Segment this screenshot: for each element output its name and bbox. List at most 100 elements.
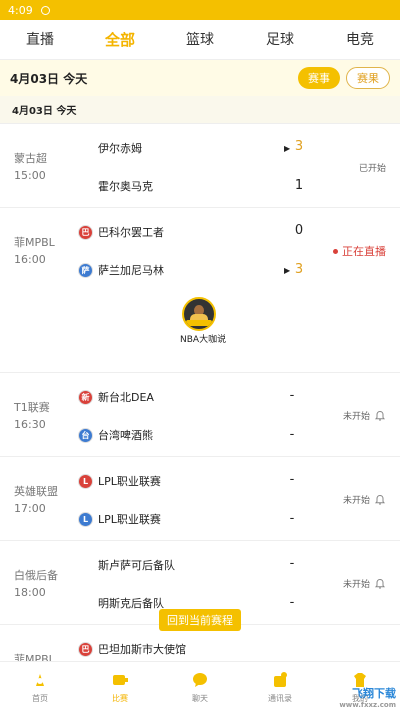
- home-team-name: 新台北DEA: [98, 391, 154, 404]
- match-row[interactable]: 蒙古超 15:00 伊尔赤姆 霍尔奥马克 ▶ 3 1 已开始: [0, 124, 400, 208]
- watermark-title: 飞翔下载: [352, 687, 396, 700]
- away-score: -: [289, 595, 295, 610]
- home-team: 伊尔赤姆: [98, 140, 142, 156]
- anchor-name[interactable]: NBA大咖说: [180, 334, 228, 347]
- tab-live[interactable]: 直播: [0, 20, 80, 59]
- league-name: T1联赛: [14, 401, 50, 414]
- match-status: 已开始: [358, 164, 386, 174]
- home-team-name: 巴坦加斯市大使馆: [98, 643, 186, 656]
- away-team-name: 台湾啤酒熊: [98, 429, 153, 442]
- away-team: 萨 萨兰加尼马林: [78, 262, 164, 278]
- home-team: L LPL职业联赛: [78, 473, 161, 489]
- events-button[interactable]: 赛事: [298, 67, 340, 89]
- nav-match-label: 比赛: [112, 693, 128, 703]
- home-team-name: LPL职业联赛: [98, 475, 161, 488]
- bottom-navigation: 首页 比赛 聊天 通讯录 我的 飞翔下载 www.fxxz.com: [0, 661, 400, 711]
- match-list[interactable]: 蒙古超 15:00 伊尔赤姆 霍尔奥马克 ▶ 3 1 已开始 菲MPBL 16:…: [0, 124, 400, 661]
- home-team-name: 斯卢萨可后备队: [98, 559, 175, 572]
- status-indicator-icon: [40, 5, 50, 15]
- home-team: 巴 巴坦加斯市大使馆: [78, 641, 186, 657]
- live-tag: [186, 320, 212, 326]
- away-team-name: 萨兰加尼马林: [98, 264, 164, 277]
- match-icon: [113, 674, 128, 685]
- team-logo-icon: 巴: [78, 224, 93, 240]
- home-team-name: 伊尔赤姆: [98, 142, 142, 155]
- match-status: 未开始: [343, 577, 386, 590]
- league-name: 菲MPBL: [14, 236, 55, 249]
- match-row[interactable]: 菲MPBL 16:00 巴 巴科尔罢工者 萨 萨兰加尼马林 0 ▶ 3 正在直播…: [0, 208, 400, 373]
- away-team: L LPL职业联赛: [78, 511, 161, 527]
- away-team-name: LPL职业联赛: [98, 513, 161, 526]
- away-score: -: [289, 511, 295, 526]
- team-logo-icon: L: [78, 511, 93, 527]
- bell-icon[interactable]: [374, 494, 386, 506]
- league-name: 白俄后备: [14, 569, 58, 582]
- watermark: 飞翔下载 www.fxxz.com: [339, 685, 396, 709]
- category-tabs: 直播 全部 篮球 足球 电竞: [0, 20, 400, 60]
- nav-home-label: 首页: [32, 693, 48, 703]
- bell-icon[interactable]: [374, 410, 386, 422]
- live-status: 正在直播: [333, 243, 386, 259]
- current-date[interactable]: 4月03日 今天: [10, 70, 292, 87]
- team-logo-icon: 萨: [78, 262, 93, 278]
- league-name: 英雄联盟: [14, 485, 58, 498]
- away-team-name: 霍尔奥马克: [98, 180, 153, 193]
- section-date: 4月03日 今天: [0, 96, 400, 124]
- league-name: 蒙古超: [14, 152, 47, 165]
- away-team: 明斯克后备队: [98, 595, 164, 611]
- nav-match[interactable]: 比赛: [80, 662, 160, 711]
- nav-contacts[interactable]: 通讯录: [240, 662, 320, 711]
- watermark-url: www.fxxz.com: [339, 701, 396, 709]
- home-team: 新 新台北DEA: [78, 389, 154, 405]
- match-status-label: 未开始: [342, 580, 370, 590]
- team-logo-icon: L: [78, 473, 93, 489]
- match-time: 17:00: [14, 502, 46, 515]
- status-bar: 4:09: [0, 0, 400, 20]
- home-score: -: [289, 472, 295, 487]
- tab-football[interactable]: 足球: [240, 20, 320, 59]
- match-status: 未开始: [343, 493, 386, 506]
- results-button[interactable]: 赛果: [346, 67, 390, 89]
- match-time: 15:00: [14, 169, 46, 182]
- match-time: 16:30: [14, 418, 46, 431]
- match-row[interactable]: 英雄联盟 17:00 L LPL职业联赛 L LPL职业联赛 - - 未开始: [0, 457, 400, 541]
- home-team: 斯卢萨可后备队: [98, 557, 175, 573]
- league-name: 菲MPBL: [14, 653, 55, 661]
- tab-esports[interactable]: 电竞: [320, 20, 400, 59]
- live-status-label: 正在直播: [342, 245, 386, 258]
- home-score: 0: [294, 223, 304, 238]
- home-score: -: [289, 556, 295, 571]
- nav-chat[interactable]: 聊天: [160, 662, 240, 711]
- match-status-label: 未开始: [342, 412, 370, 422]
- chat-icon: [193, 672, 207, 687]
- team-logo-icon: 新: [78, 389, 93, 405]
- nav-chat-label: 聊天: [192, 693, 208, 703]
- nav-contacts-label: 通讯录: [268, 693, 292, 703]
- away-team: 台 台湾啤酒熊: [78, 427, 153, 443]
- live-dot-icon: [333, 248, 338, 254]
- match-row[interactable]: T1联赛 16:30 新 新台北DEA 台 台湾啤酒熊 - - 未开始: [0, 373, 400, 457]
- away-team-name: 明斯克后备队: [98, 597, 164, 610]
- bell-icon[interactable]: [374, 578, 386, 590]
- back-to-current-button[interactable]: 回到当前赛程: [159, 609, 241, 631]
- home-icon: [36, 673, 44, 686]
- match-status-label: 未开始: [342, 496, 370, 506]
- team-logo-icon: 巴: [78, 641, 93, 657]
- home-team: 巴 巴科尔罢工者: [78, 224, 164, 240]
- tab-all[interactable]: 全部: [80, 20, 160, 59]
- nav-home[interactable]: 首页: [0, 662, 80, 711]
- away-team: 霍尔奥马克: [98, 178, 153, 194]
- home-score: -: [289, 388, 295, 403]
- home-team-name: 巴科尔罢工者: [98, 226, 164, 239]
- tab-basketball[interactable]: 篮球: [160, 20, 240, 59]
- match-time: 18:00: [14, 586, 46, 599]
- contacts-icon: [274, 671, 287, 687]
- away-score: -: [289, 427, 295, 442]
- away-score: 1: [294, 178, 304, 193]
- clock: 4:09: [8, 3, 33, 17]
- match-time: 16:00: [14, 253, 46, 266]
- anchor-avatar[interactable]: [182, 297, 216, 331]
- match-status: 未开始: [343, 409, 386, 422]
- home-score: 3: [294, 139, 304, 154]
- date-header: 4月03日 今天 赛事 赛果: [0, 60, 400, 96]
